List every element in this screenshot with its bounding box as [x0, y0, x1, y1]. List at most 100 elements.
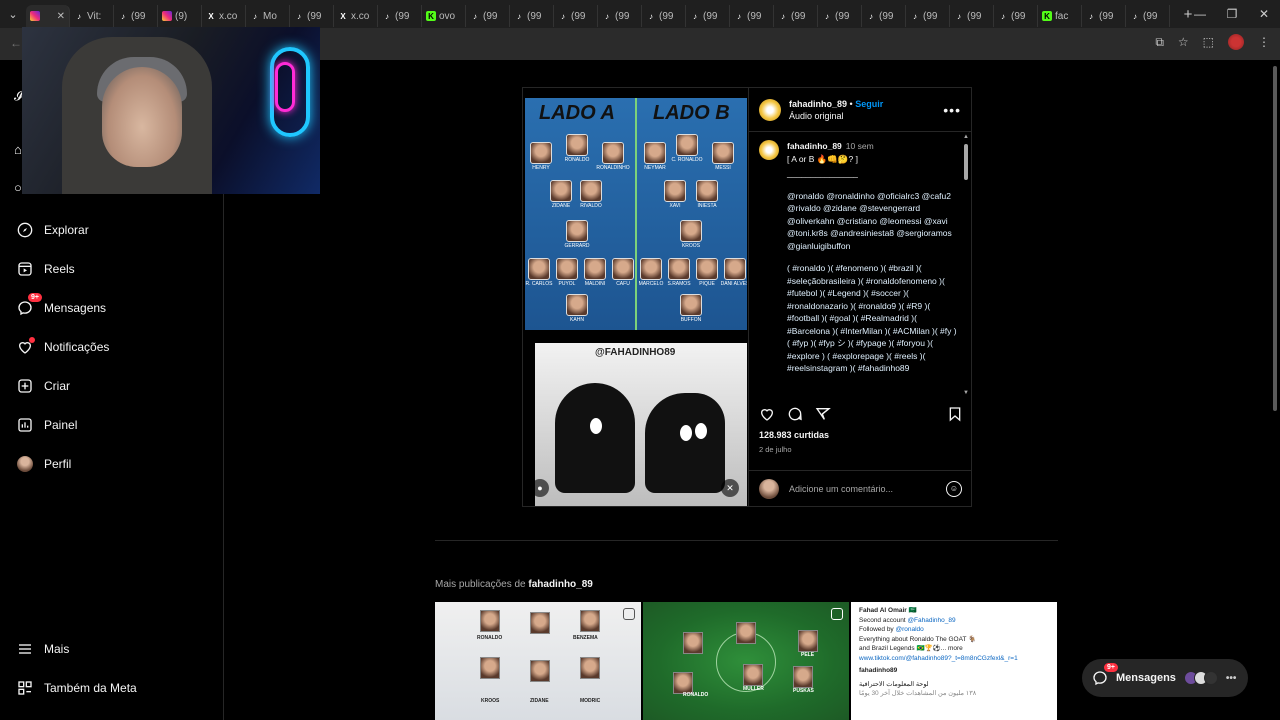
browser-tab[interactable]: ♪ (99 [950, 5, 994, 27]
post-username[interactable]: fahadinho_89 [789, 99, 847, 109]
thumb-text: fahadinho89 [859, 667, 898, 674]
more-options-icon[interactable]: ••• [943, 102, 961, 118]
tiktok-icon: ♪ [605, 11, 609, 21]
browser-tab[interactable]: ♪ Mo [246, 5, 290, 27]
browser-profile-avatar[interactable] [1228, 34, 1244, 50]
browser-tab[interactable]: ♪ (99 [1126, 5, 1170, 27]
share-icon[interactable] [815, 406, 831, 427]
likes-count[interactable]: 128.983 curtidas [759, 430, 829, 440]
player-name: XAVI [669, 203, 681, 209]
sidebar-item-mensagens[interactable]: 9+ Mensagens [16, 293, 107, 317]
tab-search-button[interactable]: ⌄ [0, 0, 26, 28]
lineup-image: LADO A LADO B HENRY RONALDO RONALDINHO ZIDA… [525, 98, 747, 330]
close-window-button[interactable]: ✕ [1248, 0, 1280, 28]
close-tab-icon[interactable]: ✕ [57, 11, 65, 22]
reel-icon [623, 608, 635, 620]
caption-scrollbar[interactable]: ▲ ▼ [963, 134, 969, 396]
browser-tab[interactable]: Xx.co [202, 5, 246, 27]
browser-tab[interactable]: Kovo [422, 5, 466, 27]
cast-icon[interactable]: ⧉ [1155, 35, 1164, 50]
sidebar-item-criar[interactable]: Criar [16, 377, 70, 395]
back-icon[interactable]: ← [10, 36, 22, 50]
sidebar-item-perfil[interactable]: Perfil [16, 455, 71, 473]
comment-icon[interactable] [787, 406, 803, 427]
page-scrollbar[interactable] [1272, 66, 1278, 720]
avatar[interactable] [759, 98, 781, 121]
browser-tab[interactable]: ♪ (99 [510, 5, 554, 27]
browser-tab[interactable]: ♪ (99 [554, 5, 598, 27]
browser-tab[interactable]: ♪ (99 [598, 5, 642, 27]
more-post-thumbnail[interactable]: RONALDO BENZEMA KROOS ZIDANE MODRIC [435, 602, 641, 720]
browser-tab[interactable]: ♪ (99 [818, 5, 862, 27]
browser-menu-icon[interactable]: ⋮ [1258, 35, 1270, 49]
browser-tab[interactable]: ♪ (99 [686, 5, 730, 27]
extensions-icon[interactable]: ⬚ [1203, 35, 1214, 49]
tiktok-icon: ♪ [1133, 11, 1137, 21]
tiktok-icon: ♪ [385, 11, 389, 21]
avatar[interactable] [759, 140, 779, 160]
browser-tab[interactable]: ♪ (99 [862, 5, 906, 27]
sidebar-item-label: Mensagens [44, 301, 107, 315]
bookmark-icon[interactable] [947, 406, 963, 427]
browser-tab[interactable]: (9) [158, 5, 202, 27]
browser-tab[interactable]: Kfac [1038, 5, 1082, 27]
browser-tab[interactable]: ♪ Vit: [70, 5, 114, 27]
browser-tab[interactable]: ♪ (99 [114, 5, 158, 27]
sidebar-item-reels[interactable]: Reels [16, 260, 75, 278]
player-photo [640, 258, 662, 280]
tiktok-icon: ♪ [561, 11, 565, 21]
browser-tab-label: fac [1055, 10, 1069, 22]
browser-tab[interactable]: ♪ (99 [906, 5, 950, 27]
emoji-icon[interactable]: ☺ [946, 480, 962, 497]
instagram-icon [30, 11, 40, 21]
audio-label[interactable]: Áudio original [789, 110, 935, 122]
mute-icon[interactable]: ✕ [721, 479, 739, 497]
more-post-thumbnail[interactable]: Fahad Al Omair 🇸🇦 Second account @Fahadi… [851, 602, 1057, 720]
browser-tab[interactable]: ♪ (99 [730, 5, 774, 27]
lineup-player: RONALDINHO [596, 142, 630, 171]
player-name: C. RONALDO [671, 157, 703, 163]
messenger-icon: 9+ [16, 293, 42, 317]
user-tag-icon[interactable]: ● [531, 479, 549, 497]
player-name: RIVALDO [580, 203, 602, 209]
more-posts-username[interactable]: fahadinho_89 [528, 579, 592, 590]
thumb-text: Second account [859, 616, 906, 624]
minimize-button[interactable]: — [1184, 0, 1216, 28]
video-area[interactable]: @FAHADINHO89 [535, 343, 747, 506]
sidebar-item-explorar[interactable]: Explorar [16, 221, 89, 239]
thumb-player-name: ZIDANE [530, 698, 549, 704]
tiktok-icon: ♪ [825, 11, 829, 21]
caption-username[interactable]: fahadinho_89 [787, 141, 842, 151]
thumb-player-name: BENZEMA [573, 635, 598, 641]
browser-tab[interactable]: ♪ (99 [642, 5, 686, 27]
caption-mentions[interactable]: @ronaldo @ronaldinho @oficialrc3 @cafu2 … [787, 190, 959, 253]
window-controls: — ❐ ✕ [1184, 0, 1280, 28]
comment-input[interactable]: Adicione um comentário... [789, 484, 936, 494]
follow-button[interactable]: Seguir [855, 99, 883, 109]
browser-tab[interactable]: ♪ (99 [994, 5, 1038, 27]
lineup-player: R. CARLOS [526, 258, 552, 287]
sidebar-item-notificacoes[interactable]: Notificações [16, 337, 109, 356]
tiktok-icon: ♪ [693, 11, 697, 21]
floating-messages-button[interactable]: 9+ Mensagens ••• [1082, 659, 1248, 697]
browser-tab[interactable]: ♪ (99 [378, 5, 422, 27]
maximize-button[interactable]: ❐ [1216, 0, 1248, 28]
sidebar-item-tambem-da-meta[interactable]: Também da Meta [16, 679, 137, 697]
caption-hashtags[interactable]: ( #ronaldo )( #fenomeno )( #brazil )( #s… [787, 262, 959, 375]
browser-tab[interactable]: ♪ (99 [1082, 5, 1126, 27]
browser-tab[interactable]: Xx.co [334, 5, 378, 27]
more-post-thumbnail[interactable]: RONALDO MULLER PUSKAS PELE [643, 602, 849, 720]
sidebar-item-mais[interactable]: Mais [16, 640, 69, 658]
post-caption: fahadinho_89 10 sem [ A or B 🔥👊🤔? ] _____… [759, 140, 959, 394]
post-media[interactable]: LADO A LADO B HENRY RONALDO RONALDINHO ZIDA… [523, 88, 748, 506]
browser-tab[interactable]: ♪ (99 [290, 5, 334, 27]
browser-tab[interactable]: ♪ (99 [774, 5, 818, 27]
thumb-player-name: RONALDO [477, 635, 503, 641]
lineup-player: HENRY [529, 142, 553, 171]
sidebar-item-painel[interactable]: Painel [16, 416, 77, 434]
browser-tab[interactable]: ✕ [26, 5, 70, 27]
like-heart-icon[interactable] [759, 406, 775, 427]
post-date: 2 de julho [759, 445, 792, 454]
bookmark-star-icon[interactable]: ☆ [1178, 35, 1189, 49]
browser-tab[interactable]: ♪ (99 [466, 5, 510, 27]
